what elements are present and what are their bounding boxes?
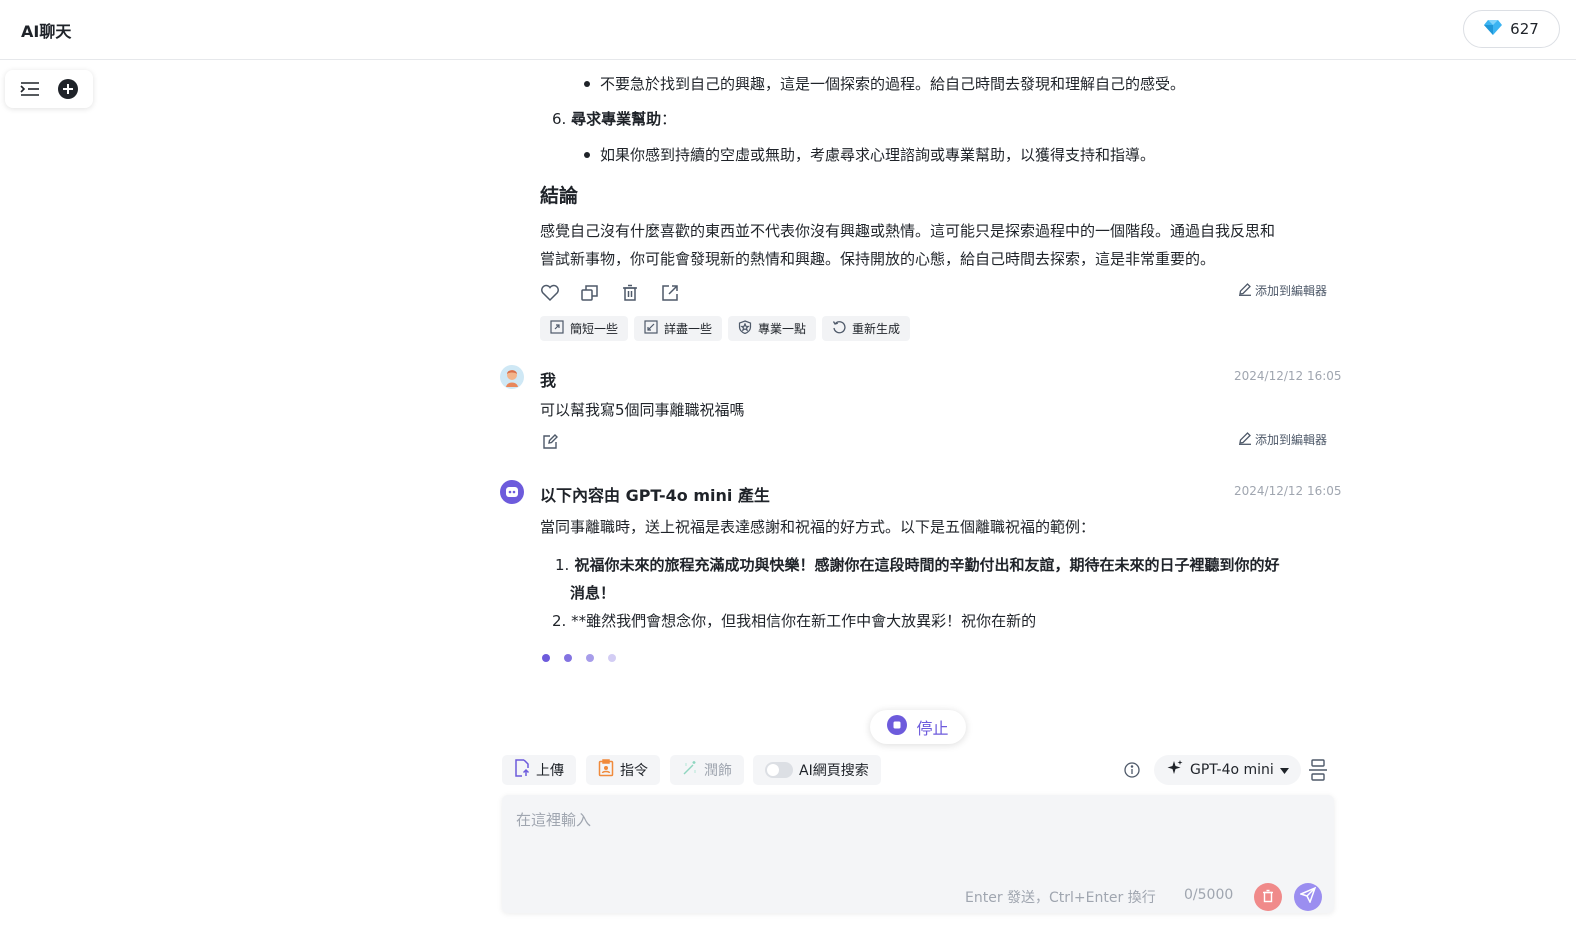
info-icon[interactable]: [1124, 762, 1140, 778]
list-item-text: 祝福你未來的旅程充滿成功與快樂！感謝你在這段時間的辛勤付出和友誼，期待在未來的日…: [574, 556, 1280, 574]
conclusion-heading: 結論: [540, 185, 579, 207]
ai-name: 以下內容由 GPT-4o mini 產生: [540, 486, 770, 505]
list-indent-icon[interactable]: [19, 81, 40, 97]
paragraph-line: 感覺自己沒有什麼喜歡的東西並不代表你沒有興趣或熱情。這可能只是探索過程中的一個階…: [540, 222, 1276, 240]
list-item: 1. 祝福你未來的旅程充滿成功與快樂！感謝你在這段時間的辛勤付出和友誼，期待在未…: [555, 551, 1280, 579]
typing-dot: [608, 654, 616, 662]
web-search-label: AI網頁搜索: [799, 763, 869, 779]
chip-label: 簡短一些: [570, 322, 619, 336]
heart-icon[interactable]: [540, 284, 560, 302]
expand-editor-icon[interactable]: [1308, 759, 1328, 781]
list-number: 2.: [552, 612, 567, 630]
edit-icon[interactable]: [541, 433, 559, 451]
stop-icon: [887, 715, 908, 739]
add-to-editor-label: 添加到編輯器: [1255, 433, 1328, 447]
paper-plane-icon: [1298, 886, 1317, 907]
typing-dot: [586, 654, 594, 662]
pencil-icon: [1238, 282, 1252, 299]
expand-icon: [644, 320, 658, 337]
model-label: GPT-4o mini: [1190, 762, 1274, 778]
add-to-editor-button[interactable]: 添加到編輯器: [1238, 282, 1327, 299]
add-to-editor-button[interactable]: 添加到編輯器: [1238, 431, 1327, 448]
web-search-toggle[interactable]: AI網頁搜索: [753, 755, 881, 785]
more-detailed-button[interactable]: 詳盡一些: [634, 316, 723, 341]
more-professional-button[interactable]: 專業一點: [728, 316, 817, 341]
star-shield-icon: [738, 320, 752, 337]
message-time: 2024/12/12 16:05: [1234, 484, 1342, 498]
copy-icon[interactable]: [580, 284, 600, 302]
list-item-colon: ：: [661, 110, 677, 128]
send-hint: Enter 發送，Ctrl+Enter 換行: [965, 890, 1156, 906]
refresh-icon: [832, 320, 846, 337]
rewrite-options: 簡短一些 詳盡一些 專業一點 重新生成: [540, 316, 911, 341]
shorter-button[interactable]: 簡短一些: [540, 316, 629, 341]
bot-avatar: [500, 480, 524, 504]
typing-indicator: [542, 654, 616, 662]
sidebar-tools: [5, 70, 93, 108]
pencil-icon: [1238, 431, 1252, 448]
command-button[interactable]: 指令: [586, 755, 660, 785]
typing-dot: [542, 654, 550, 662]
list-item: 不要急於找到自己的興趣，這是一個探索的過程。給自己時間去發現和理解自己的感受。: [583, 70, 1185, 98]
chip-label: 重新生成: [852, 322, 901, 336]
credits-badge[interactable]: 627: [1463, 10, 1560, 48]
user-avatar: [500, 365, 524, 389]
list-number: 6.: [552, 110, 567, 128]
command-label: 指令: [620, 763, 648, 779]
plus-circle-icon[interactable]: [57, 78, 79, 100]
share-icon[interactable]: [660, 284, 680, 302]
magic-wand-icon: [682, 760, 698, 780]
upload-label: 上傳: [536, 763, 564, 779]
app-title: AI聊天: [21, 22, 72, 41]
caret-down-icon: [1279, 762, 1289, 778]
send-button[interactable]: [1294, 883, 1322, 911]
app-header: AI聊天 627: [0, 0, 1576, 60]
sparkle-icon: [1166, 759, 1184, 781]
user-name: 我: [540, 371, 557, 390]
diamond-icon: [1484, 19, 1503, 39]
credits-count: 627: [1510, 20, 1539, 38]
list-item-title: 尋求專業幫助: [571, 110, 662, 128]
typing-dot: [564, 654, 572, 662]
chip-label: 專業一點: [758, 322, 807, 336]
paragraph-line: 嘗試新事物，你可能會發現新的熱情和興趣。保持開放的心態，給自己時間去探索，這是非…: [540, 250, 1216, 268]
list-item: 2. **雖然我們會想念你，但我相信你在新工作中會大放異彩！祝你在新的: [552, 607, 1036, 635]
message-actions: [540, 284, 680, 302]
toggle-switch[interactable]: [765, 762, 793, 778]
trash-icon: [1261, 888, 1275, 907]
user-message-text: 可以幫我寫5個同事離職祝福嗎: [540, 401, 745, 419]
shrink-icon: [550, 320, 564, 337]
trash-icon[interactable]: [620, 284, 640, 302]
clipboard-icon: [598, 759, 614, 781]
list-item: 如果你感到持續的空虛或無助，考慮尋求心理諮詢或專業幫助，以獲得支持和指導。: [583, 141, 1155, 169]
stop-label: 停止: [916, 719, 949, 738]
stop-button[interactable]: 停止: [870, 710, 966, 744]
clear-button[interactable]: [1254, 883, 1282, 911]
polish-button[interactable]: 潤飾: [670, 755, 744, 785]
message-input[interactable]: [516, 809, 1316, 869]
list-number: 1.: [555, 556, 570, 574]
regenerate-button[interactable]: 重新生成: [822, 316, 911, 341]
composer-toolbar: 上傳 指令 潤飾 AI網頁搜索 GPT-4o mini: [502, 755, 1334, 785]
chip-label: 詳盡一些: [664, 322, 713, 336]
list-item-text: **雖然我們會想念你，但我相信你在新工作中會大放異彩！祝你在新的: [571, 612, 1037, 630]
list-item-continuation: 消息！: [570, 584, 616, 602]
add-to-editor-label: 添加到編輯器: [1255, 284, 1328, 298]
upload-file-icon: [514, 759, 530, 781]
list-item: 6. 尋求專業幫助：: [552, 105, 676, 133]
model-selector[interactable]: GPT-4o mini: [1154, 755, 1301, 785]
polish-label: 潤飾: [704, 763, 732, 779]
message-composer: Enter 發送，Ctrl+Enter 換行 0/5000: [502, 795, 1334, 913]
message-time: 2024/12/12 16:05: [1234, 369, 1342, 383]
char-counter: 0/5000: [1184, 887, 1234, 903]
upload-button[interactable]: 上傳: [502, 755, 576, 785]
ai-intro: 當同事離職時，送上祝福是表達感謝和祝福的好方式。以下是五個離職祝福的範例：: [540, 518, 1096, 536]
